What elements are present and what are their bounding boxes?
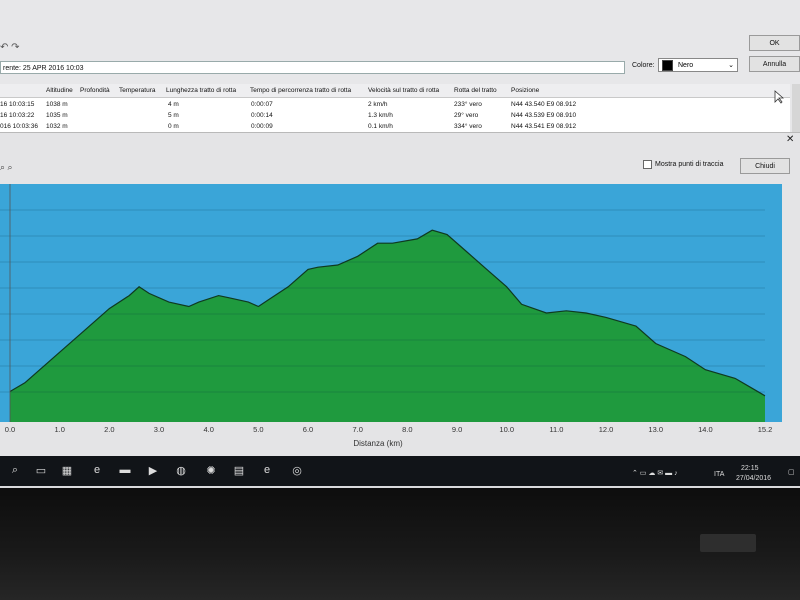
keyboard-key — [700, 534, 756, 552]
cell-pos: N44 43.540 E9 08.912 — [511, 101, 577, 108]
table-header: Altitudine Profondità Temperatura Lunghe… — [0, 84, 790, 98]
cell-course: 233° vero — [454, 101, 482, 108]
cell-len: 0 m — [168, 123, 179, 130]
annulla-button[interactable]: Annulla — [749, 56, 800, 72]
monitor-bezel — [0, 488, 800, 600]
close-icon[interactable]: ✕ — [786, 134, 794, 145]
x-tick-label: 11.0 — [549, 425, 564, 434]
undo-redo-icons[interactable]: ↶ ↷ — [0, 42, 20, 53]
cell-dur: 0:00:14 — [251, 112, 273, 119]
chevron-down-icon: ⌄ — [728, 62, 734, 69]
settings-icon[interactable]: ✺ — [204, 463, 218, 477]
cell-time: 16 10:03:22 — [0, 112, 35, 119]
x-tick-label: 12.0 — [598, 425, 614, 434]
tray-icons[interactable]: ⌃ ▭ ☁ ✉ ▬ ♪ — [632, 469, 678, 477]
x-tick-label: 7.0 — [352, 425, 363, 434]
edge-icon[interactable]: e — [90, 463, 104, 477]
search-icon[interactable]: ⌕ — [8, 463, 22, 477]
colore-select[interactable]: Nero ⌄ — [658, 58, 738, 72]
photos-icon[interactable]: ▤ — [232, 463, 246, 477]
cell-len: 4 m — [168, 101, 179, 108]
col-lunghezza[interactable]: Lunghezza tratto di rotta — [166, 87, 236, 94]
x-tick-label: 10.0 — [499, 425, 515, 434]
notifications-icon[interactable]: ▢ — [788, 468, 795, 476]
chiudi-button[interactable]: Chiudi — [740, 158, 790, 174]
cell-time: 16 10:03:15 — [0, 101, 35, 108]
x-tick-label: 3.0 — [153, 425, 165, 434]
cell-pos: N44 43.541 E9 08.912 — [511, 123, 577, 130]
cell-time: 016 10:03:36 — [0, 123, 38, 130]
task-view-icon[interactable]: ▭ — [34, 463, 48, 477]
x-tick-label: 6.0 — [302, 425, 314, 434]
elevation-chart — [0, 184, 782, 422]
table-scrollbar[interactable] — [792, 84, 800, 132]
cell-len: 5 m — [168, 112, 179, 119]
x-axis-label: Distanza (km) — [353, 439, 403, 448]
media-icon[interactable]: ▶ — [146, 463, 160, 477]
zoom-icons[interactable]: ⌕ ⌕ — [0, 162, 13, 173]
cell-dur: 0:00:07 — [251, 101, 273, 108]
cell-alt: 1032 m — [46, 123, 68, 130]
col-temperatura[interactable]: Temperatura — [119, 87, 156, 94]
globe-icon[interactable]: ◍ — [174, 463, 188, 477]
col-velocita[interactable]: Velocità sul tratto di rotta — [368, 87, 439, 94]
show-trackpoints-checkbox[interactable]: Mostra punti di traccia — [643, 160, 723, 169]
col-rotta[interactable]: Rotta del tratto — [454, 87, 497, 94]
x-tick-label: 15.2 — [757, 425, 773, 434]
x-tick-label: 0.0 — [4, 425, 16, 434]
cell-speed: 1.3 km/h — [368, 112, 393, 119]
x-tick-label: 8.0 — [402, 425, 413, 434]
folder-icon[interactable]: ▬ — [118, 463, 132, 477]
x-tick-label: 5.0 — [253, 425, 264, 434]
show-trackpoints-label: Mostra punti di traccia — [655, 161, 724, 168]
cell-course: 29° vero — [454, 112, 479, 119]
colore-label: Colore: — [632, 62, 655, 69]
ok-button[interactable]: OK — [749, 35, 800, 51]
ie-icon[interactable]: e — [260, 463, 274, 477]
x-tick-label: 9.0 — [451, 425, 463, 434]
trackpoint-table: Altitudine Profondità Temperatura Lunghe… — [0, 84, 790, 132]
screen: ↶ ↷ OK Annulla rente: 25 APR 2016 10:03 … — [0, 0, 800, 488]
mouse-cursor-icon — [774, 90, 784, 104]
cell-alt: 1035 m — [46, 112, 68, 119]
col-profondita[interactable]: Profondità — [80, 87, 110, 94]
store-icon[interactable]: ▦ — [60, 463, 74, 477]
col-altitudine[interactable]: Altitudine — [46, 87, 73, 94]
colore-value: Nero — [678, 61, 694, 69]
x-tick-label: 13.0 — [648, 425, 664, 434]
cell-speed: 2 km/h — [368, 101, 388, 108]
cell-speed: 0.1 km/h — [368, 123, 393, 130]
chrome-icon[interactable]: ◎ — [290, 463, 304, 477]
x-tick-label: 2.0 — [104, 425, 115, 434]
language-indicator[interactable]: ITA — [714, 471, 724, 478]
clock-date[interactable]: 27/04/2016 — [736, 475, 771, 482]
x-tick-label: 1.0 — [54, 425, 65, 434]
track-name-field[interactable]: rente: 25 APR 2016 10:03 — [0, 61, 625, 74]
col-posizione[interactable]: Posizione — [511, 87, 539, 94]
cell-dur: 0:00:09 — [251, 123, 273, 130]
x-tick-label: 4.0 — [203, 425, 214, 434]
cell-alt: 1038 m — [46, 101, 68, 108]
checkbox-box[interactable] — [643, 160, 652, 169]
clock-time[interactable]: 22:15 — [741, 465, 759, 472]
x-tick-label: 14.0 — [698, 425, 713, 434]
cell-course: 334° vero — [454, 123, 482, 130]
color-swatch — [662, 59, 673, 71]
col-tempo[interactable]: Tempo di percorrenza tratto di rotta — [250, 87, 351, 94]
cell-pos: N44 43.539 E9 08.910 — [511, 112, 577, 119]
